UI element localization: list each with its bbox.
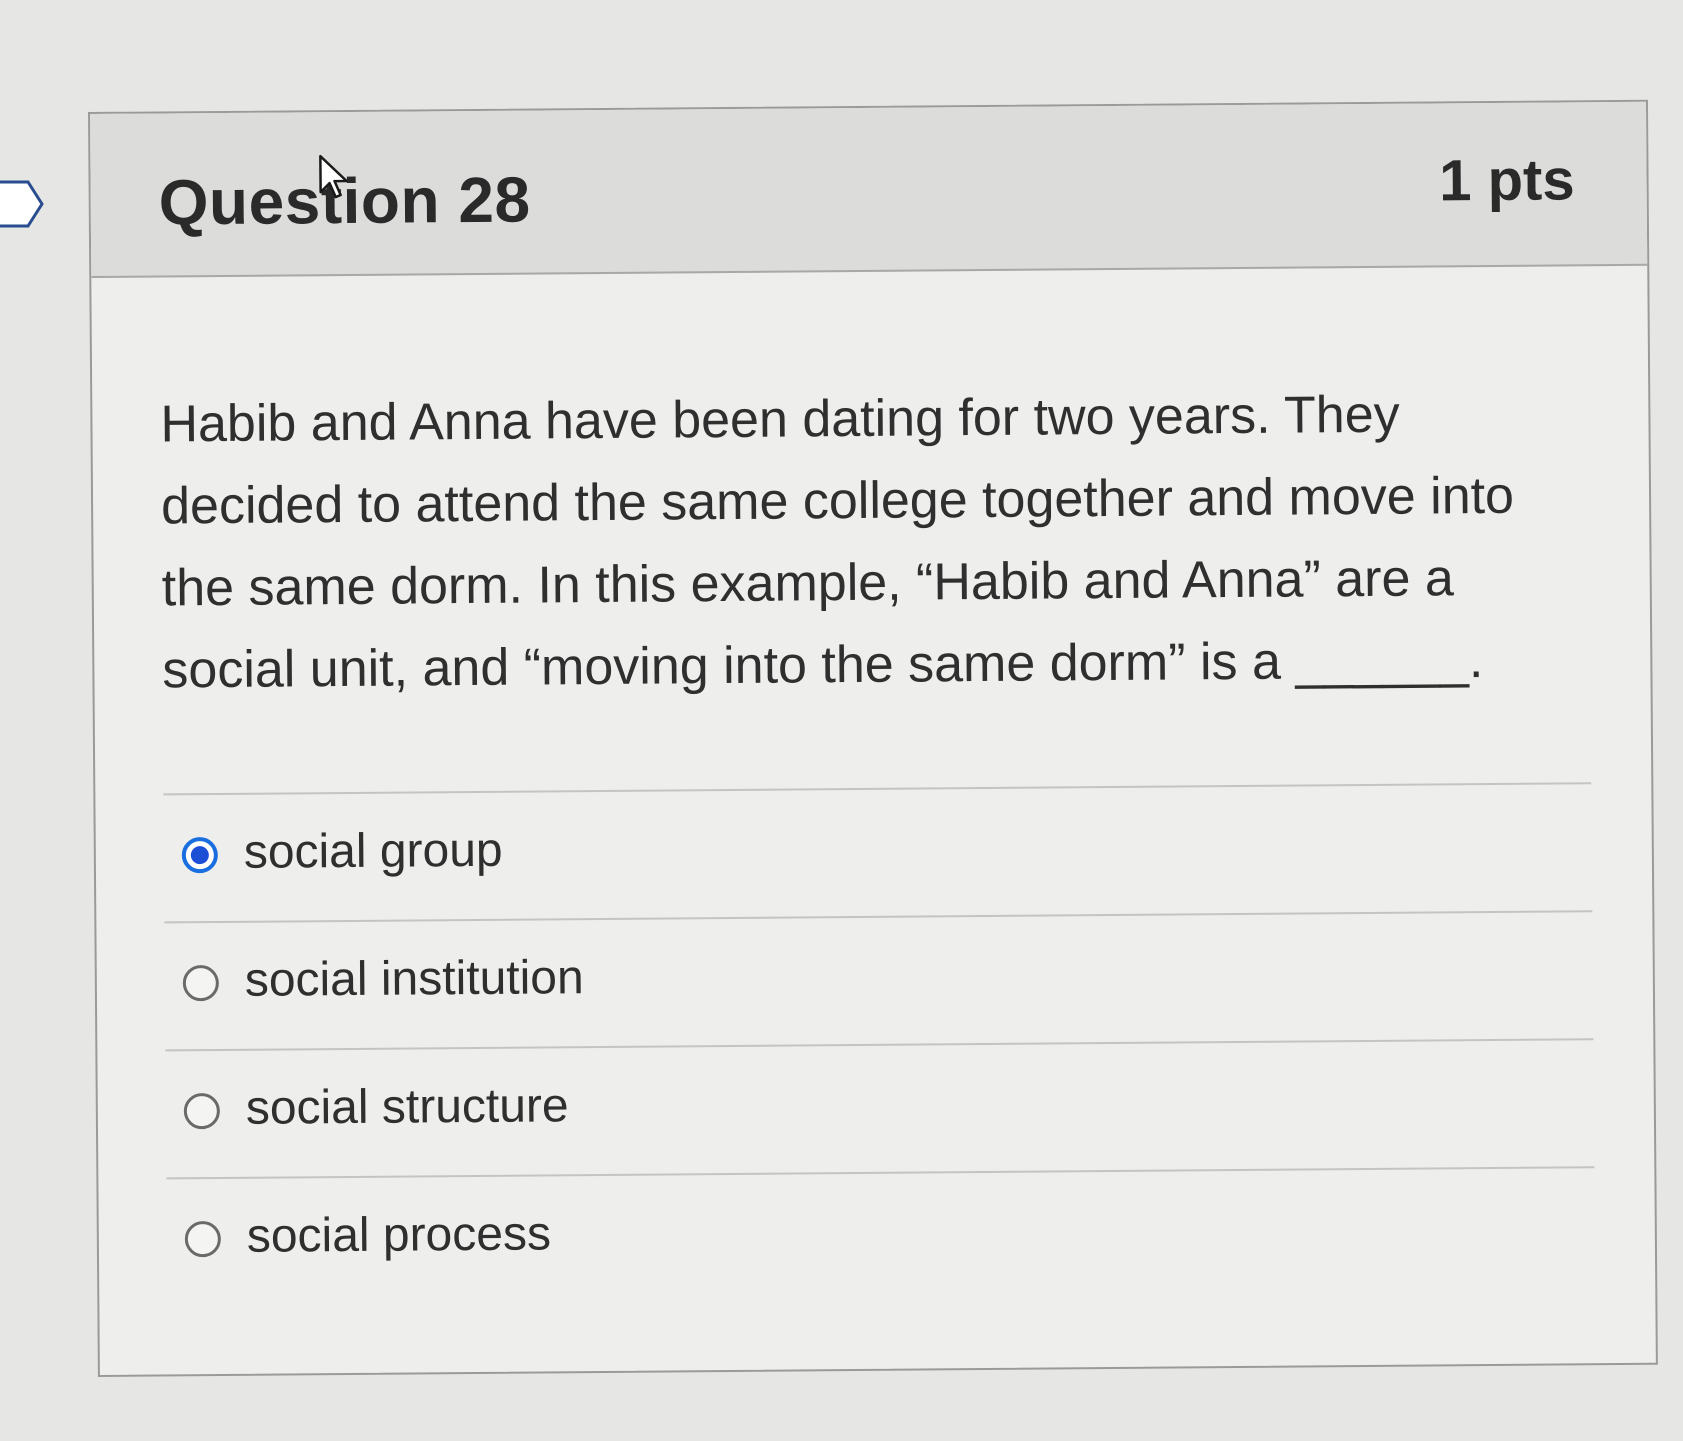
radio-unchecked-icon[interactable] [182, 964, 219, 1002]
answer-option-social-group[interactable]: social group [163, 782, 1593, 922]
radio-unchecked-icon[interactable] [184, 1220, 221, 1258]
answer-list: social group social institution social s… [163, 782, 1596, 1306]
answer-option-social-process[interactable]: social process [166, 1166, 1596, 1306]
question-text-line: the same dorm. In this example, “Habib a… [161, 549, 1454, 618]
answer-label[interactable]: social institution [245, 950, 584, 1008]
question-text-line: social unit, and “moving into the same d… [162, 631, 1484, 700]
answer-label[interactable]: social process [247, 1206, 552, 1263]
question-text: Habib and Anna have been dating for two … [160, 372, 1563, 711]
radio-checked-icon[interactable] [181, 837, 218, 874]
question-text-line: Habib and Anna have been dating for two … [160, 385, 1400, 454]
answer-option-social-structure[interactable]: social structure [165, 1038, 1595, 1178]
question-header: Question 28 1 pts [90, 101, 1648, 278]
mouse-pointer-icon [319, 154, 348, 199]
question-points: 1 pts [1438, 147, 1575, 214]
question-text-line: decided to attend the same college toget… [160, 466, 1515, 536]
radio-unchecked-icon[interactable] [183, 1092, 220, 1130]
flag-question-icon[interactable] [0, 178, 46, 230]
question-card: Question 28 1 pts Habib and Anna have be… [88, 99, 1658, 1377]
answer-label[interactable]: social structure [246, 1078, 569, 1136]
answer-label[interactable]: social group [244, 823, 503, 880]
answer-option-social-institution[interactable]: social institution [164, 910, 1594, 1050]
